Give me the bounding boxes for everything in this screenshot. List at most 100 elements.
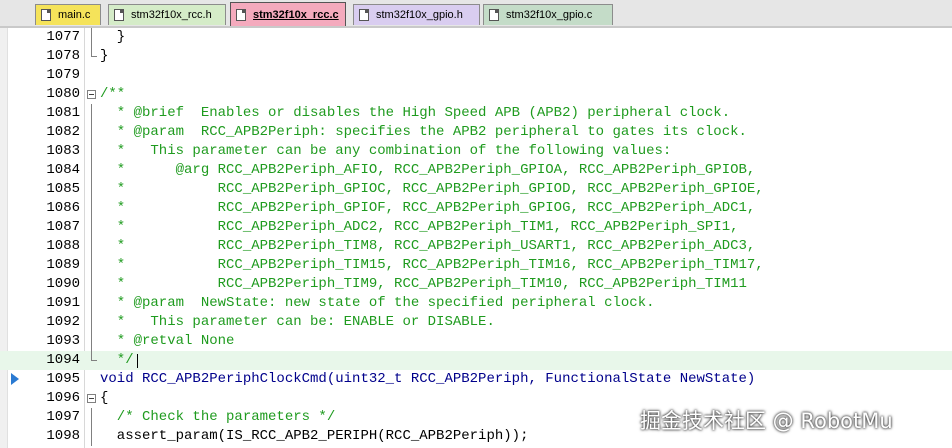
code-text: { [100,390,109,406]
tab-stm32f10x-rcc-c[interactable]: stm32f10x_rcc.c [230,2,346,27]
code-text: * @arg RCC_APB2Periph_AFIO, RCC_APB2Peri… [100,162,756,178]
code-text: * RCC_APB2Periph_GPIOF, RCC_APB2Periph_G… [100,200,756,216]
tab-main-c[interactable]: main.c [35,4,101,25]
code-line: 1093 * @retval None [0,332,952,351]
tab-stm32f10x-gpio-h[interactable]: stm32f10x_gpio.h [353,4,480,25]
tab-bar: main.c stm32f10x_rcc.h stm32f10x_rcc.c s… [0,0,952,27]
tab-stm32f10x-rcc-h[interactable]: stm32f10x_rcc.h [108,4,226,25]
tab-stm32f10x-gpio-c[interactable]: stm32f10x_gpio.c [483,4,613,25]
text-cursor [137,354,138,368]
code-line: 1079 [0,66,952,85]
line-number: 1081 [46,105,80,121]
fold-collapse-icon[interactable] [87,90,96,99]
line-number: 1095 [46,371,80,387]
fold-guide [91,218,92,237]
line-number: 1092 [46,314,80,330]
tab-label: stm32f10x_rcc.h [131,9,212,21]
code-text: * @retval None [100,333,235,349]
code-line: 1077 } [0,28,952,47]
fold-guide [91,123,92,142]
line-number: 1079 [46,67,80,83]
fold-guide [91,104,92,123]
code-text: assert_param(IS_RCC_APB2_PERIPH(RCC_APB2… [100,428,529,444]
code-line: 1081 * @brief Enables or disables the Hi… [0,104,952,123]
line-number: 1091 [46,295,80,311]
fold-collapse-icon[interactable] [87,394,96,403]
tab-label: main.c [58,9,91,21]
line-number: 1094 [46,352,80,368]
tab-label: stm32f10x_rcc.c [253,9,339,21]
fold-guide [91,275,92,294]
code-line: 1088 * RCC_APB2Periph_TIM8, RCC_APB2Peri… [0,237,952,256]
line-number: 1096 [46,390,80,406]
line-number: 1087 [46,219,80,235]
code-line: 1092 * This parameter can be: ENABLE or … [0,313,952,332]
code-text: * @param RCC_APB2Periph: specifies the A… [100,124,747,140]
code-text: * @brief Enables or disables the High Sp… [100,105,731,121]
line-number: 1097 [46,409,80,425]
code-line: 1078 } [0,47,952,66]
code-line: 1083 * This parameter can be any combina… [0,142,952,161]
code-line: 1089 * RCC_APB2Periph_TIM15, RCC_APB2Per… [0,256,952,275]
fold-guide [91,237,92,256]
line-number: 1083 [46,143,80,159]
line-number: 1084 [46,162,80,178]
code-text: * This parameter can be any combination … [100,143,672,159]
line-number: 1089 [46,257,80,273]
fold-guide [91,28,92,47]
fold-guide [91,161,92,180]
fold-guide [91,427,92,446]
code-text: } [100,48,109,64]
fold-guide [91,180,92,199]
code-text: * RCC_APB2Periph_ADC2, RCC_APB2Periph_TI… [100,219,739,235]
code-editor[interactable]: 1077 } 1078 } 1079 1080 /** 1081 * @brie… [0,28,952,446]
code-text: void RCC_APB2PeriphClockCmd(uint32_t RCC… [100,371,756,387]
fold-end-marker [91,351,97,361]
code-line: 1091 * @param NewState: new state of the… [0,294,952,313]
line-number: 1078 [46,48,80,64]
file-icon [489,9,499,21]
code-line: 1086 * RCC_APB2Periph_GPIOF, RCC_APB2Per… [0,199,952,218]
line-number: 1090 [46,276,80,292]
fold-guide [91,408,92,427]
file-icon [41,9,51,21]
code-text: * RCC_APB2Periph_GPIOC, RCC_APB2Periph_G… [100,181,764,197]
code-text: } [100,29,126,45]
line-number: 1085 [46,181,80,197]
fold-guide [91,313,92,332]
file-icon [236,9,246,21]
code-text: /** [100,86,126,102]
code-line: 1084 * @arg RCC_APB2Periph_AFIO, RCC_APB… [0,161,952,180]
code-line: 1080 /** [0,85,952,104]
code-text: * This parameter can be: ENABLE or DISAB… [100,314,495,330]
line-number: 1080 [46,86,80,102]
fold-guide [91,142,92,161]
code-text: * RCC_APB2Periph_TIM8, RCC_APB2Periph_US… [100,238,756,254]
line-number: 1086 [46,200,80,216]
tab-label: stm32f10x_gpio.c [506,9,593,21]
fold-guide [91,256,92,275]
line-number: 1088 [46,238,80,254]
code-text: * RCC_APB2Periph_TIM9, RCC_APB2Periph_TI… [100,276,747,292]
tab-label: stm32f10x_gpio.h [376,9,463,21]
current-code-line: 1094 */ [0,351,952,370]
code-line: 1085 * RCC_APB2Periph_GPIOC, RCC_APB2Per… [0,180,952,199]
watermark: 掘金技术社区 @ RobotMu [640,409,893,433]
file-icon [359,9,369,21]
line-number: 1082 [46,124,80,140]
fold-guide [91,199,92,218]
line-number: 1098 [46,428,80,444]
code-line: 1095 void RCC_APB2PeriphClockCmd(uint32_… [0,370,952,389]
code-text: * @param NewState: new state of the spec… [100,295,655,311]
code-line: 1090 * RCC_APB2Periph_TIM9, RCC_APB2Peri… [0,275,952,294]
fold-guide [91,332,92,351]
code-text: /* Check the parameters */ [100,409,336,425]
line-number: 1077 [46,29,80,45]
code-line: 1082 * @param RCC_APB2Periph: specifies … [0,123,952,142]
code-text: */ [100,352,134,368]
line-number: 1093 [46,333,80,349]
fold-guide [91,294,92,313]
fold-end-marker [91,47,97,57]
file-icon [114,9,124,21]
code-line: 1087 * RCC_APB2Periph_ADC2, RCC_APB2Peri… [0,218,952,237]
